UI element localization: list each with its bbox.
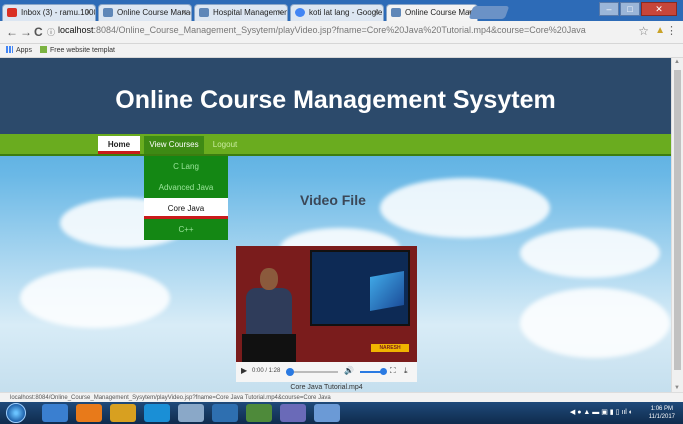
scroll-thumb[interactable] [674, 70, 681, 370]
start-button[interactable] [6, 403, 26, 423]
bookmarks-bar: Apps Free website templat [0, 44, 683, 58]
info-icon[interactable]: ⓘ [47, 27, 55, 38]
site-title: Online Course Management Sysytem [115, 86, 556, 114]
system-tray[interactable]: ◀ ● ▲ ▬ ▣ ▮ ▯ ııl ◐ [570, 408, 633, 416]
close-icon[interactable]: × [182, 5, 187, 20]
nav-view-courses[interactable]: View Courses [144, 136, 204, 154]
video-heading: Video File [300, 192, 366, 208]
progress-slider[interactable] [286, 368, 338, 376]
menu-icon[interactable]: ⋮ [666, 24, 677, 37]
clock[interactable]: 1:06 PM 11/1/2017 [649, 405, 675, 421]
video-caption: Core Java Tutorial.mp4 [290, 384, 363, 391]
maximize-button[interactable]: □ [620, 2, 640, 16]
page-icon [199, 8, 209, 17]
page-scrollbar[interactable]: ▲ ▼ [671, 58, 683, 392]
naresh-logo: NARESH [371, 344, 409, 352]
google-icon [295, 8, 305, 17]
taskbar: ◀ ● ▲ ▬ ▣ ▮ ▯ ııl ◐ 1:06 PM 11/1/2017 [0, 402, 683, 424]
cloud [20, 268, 170, 328]
bookmark-star-icon[interactable]: ☆ [638, 24, 649, 38]
main-nav: Home View Courses Logout [0, 134, 671, 156]
bookmark-icon [40, 46, 47, 53]
video-frame[interactable]: NARESH [236, 246, 417, 362]
volume-thumb[interactable] [380, 368, 387, 375]
reload-button[interactable]: C [34, 25, 43, 39]
bookmark-label: Free website templat [50, 47, 115, 54]
gmail-icon [7, 8, 17, 17]
window-controls: – □ ✕ [599, 2, 677, 16]
minimize-button[interactable]: – [599, 2, 619, 16]
page-icon [391, 8, 401, 17]
back-button[interactable]: ← [6, 25, 18, 39]
virtualbox-icon[interactable] [212, 404, 238, 422]
video-time: 0:00 / 1:28 [252, 368, 281, 374]
ie-icon[interactable] [42, 404, 68, 422]
page-icon [103, 8, 113, 17]
bookmark-label: Apps [16, 47, 32, 54]
browser-titlebar: Inbox (3) - ramu.1000p × Online Course M… [0, 0, 683, 21]
close-icon[interactable]: × [278, 5, 283, 20]
window-icon[interactable] [314, 404, 340, 422]
play-icon[interactable]: ▶ [241, 366, 247, 375]
video-controls: ▶ 0:00 / 1:28 🔊 ⛶ ⤓ [236, 362, 417, 382]
video-monitor [310, 250, 410, 326]
courses-dropdown: C Lang Advanced Java Core Java C++ [144, 156, 228, 240]
close-icon[interactable]: × [86, 5, 91, 20]
download-icon[interactable]: ⤓ [404, 366, 408, 376]
site-header: Online Course Management Sysytem [0, 58, 671, 134]
close-window-button[interactable]: ✕ [641, 2, 677, 16]
nav-logout[interactable]: Logout [208, 136, 242, 154]
url-path: :8084/Online_Course_Management_Sysytem/p… [93, 25, 586, 35]
status-bar: localhost:8084/Online_Course_Management_… [0, 392, 683, 402]
apps-icon [6, 46, 13, 53]
clock-date: 11/1/2017 [648, 414, 675, 420]
tab-inbox[interactable]: Inbox (3) - ramu.1000p × [2, 4, 96, 21]
dropdown-item-core-java[interactable]: Core Java [144, 198, 228, 219]
fullscreen-icon[interactable]: ⛶ [390, 366, 396, 376]
volume-icon[interactable]: 🔊 [344, 366, 354, 375]
scroll-up-icon[interactable]: ▲ [674, 59, 680, 65]
address-bar: ← → C ⓘ localhost:8084/Online_Course_Man… [0, 21, 683, 44]
dropdown-item-c-lang[interactable]: C Lang [144, 156, 228, 177]
windows-logo [370, 271, 404, 311]
laptop [242, 334, 296, 362]
cloud [380, 178, 550, 238]
nav-home[interactable]: Home [98, 136, 140, 154]
presenter-head [260, 268, 278, 290]
url-field[interactable]: localhost:8084/Online_Course_Management_… [58, 25, 586, 35]
skype-icon[interactable] [144, 404, 170, 422]
media-icon[interactable] [280, 404, 306, 422]
dropdown-item-advanced-java[interactable]: Advanced Java [144, 177, 228, 198]
tab-online-course[interactable]: Online Course Manager × [98, 4, 192, 21]
bookmark-templates[interactable]: Free website templat [40, 46, 115, 54]
progress-thumb[interactable] [286, 368, 294, 376]
clock-time: 1:06 PM [650, 406, 674, 412]
tab-google-search[interactable]: koti lat lang - Google Se × [290, 4, 384, 21]
scroll-down-icon[interactable]: ▼ [674, 385, 680, 391]
dropdown-item-cpp[interactable]: C++ [144, 219, 228, 240]
app-icon[interactable] [246, 404, 272, 422]
video-player[interactable]: NARESH ▶ 0:00 / 1:28 🔊 ⛶ ⤓ [236, 246, 417, 382]
cloud [520, 228, 660, 278]
close-icon[interactable]: × [374, 5, 379, 20]
url-host: localhost [58, 25, 94, 35]
tab-hospital[interactable]: Hospital Management S × [194, 4, 288, 21]
explorer-icon[interactable] [178, 404, 204, 422]
firefox-icon[interactable] [76, 404, 102, 422]
bookmark-apps[interactable]: Apps [6, 46, 32, 54]
volume-slider[interactable] [360, 368, 387, 375]
forward-button[interactable]: → [20, 25, 32, 39]
chrome-icon[interactable] [110, 404, 136, 422]
tab-online-course-active[interactable]: Online Course Manager × [386, 4, 478, 21]
extension-icon[interactable]: ▲ [655, 25, 665, 36]
new-tab-button[interactable] [468, 6, 510, 19]
cloud [520, 288, 670, 358]
page-viewport: Online Course Management Sysytem Home Vi… [0, 58, 671, 392]
